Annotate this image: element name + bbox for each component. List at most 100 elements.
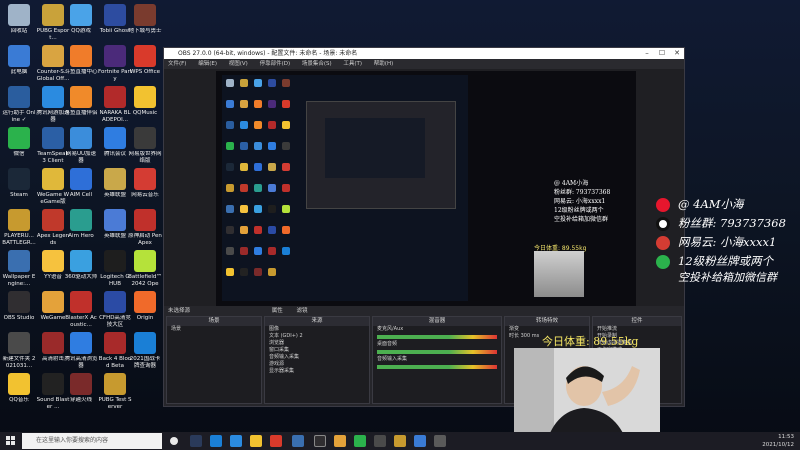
desktop-icon[interactable]: Logitech G HUB	[98, 250, 132, 287]
source-item[interactable]: 窗口采集	[265, 347, 369, 354]
close-icon[interactable]: ✕	[670, 48, 684, 59]
desktop-icon[interactable]: 新建文件夹 2021031...	[2, 332, 36, 369]
desktop-icon-label: 斗鱼直播中心	[64, 69, 98, 75]
desktop-icon[interactable]: 此电脑	[2, 45, 36, 82]
desktop-icon[interactable]: Back 4 Blood Beta	[98, 332, 132, 369]
desktop-icon[interactable]: Tobii Ghost	[98, 4, 132, 41]
desktop-icon-label: 回收站	[10, 28, 28, 34]
desktop-icon[interactable]: 网易版世界网络版	[128, 127, 162, 164]
nested-app-icon	[282, 142, 290, 150]
source-item[interactable]: 游戏源	[265, 361, 369, 368]
tencent-taskbar-icon[interactable]	[230, 435, 242, 447]
steam-taskbar-icon[interactable]	[190, 435, 202, 447]
desktop-icon[interactable]: 英雄联盟	[98, 209, 132, 246]
source-item[interactable]: 浏览器	[265, 340, 369, 347]
desktop-icon[interactable]: PLAYERU... BATTLEGR...	[2, 209, 36, 246]
app-taskbar-icon[interactable]	[374, 435, 386, 447]
app-taskbar-icon[interactable]	[270, 435, 282, 447]
desktop-icon-label: QQ音乐	[9, 397, 29, 403]
transition-select[interactable]: 渐变	[505, 326, 589, 333]
menu-help[interactable]: 帮助(H)	[374, 61, 393, 67]
menu-edit[interactable]: 编辑(E)	[198, 61, 217, 67]
properties-button[interactable]: 属性	[272, 308, 283, 314]
menu-view[interactable]: 视图(V)	[229, 61, 248, 67]
overlay-brand: @ 4AM小海	[656, 195, 796, 214]
app-taskbar-icon[interactable]	[434, 435, 446, 447]
minimize-icon[interactable]: –	[640, 48, 654, 59]
wechat-taskbar-icon[interactable]	[354, 435, 366, 447]
obs-titlebar[interactable]: OBS 27.0.0 (64-bit, windows) - 配置文件: 未命名…	[164, 48, 684, 59]
desktop-icon[interactable]: 网易云音乐	[128, 168, 162, 205]
wegame-taskbar-icon[interactable]	[334, 435, 346, 447]
system-clock[interactable]: 11:53 2021/10/12	[762, 433, 794, 449]
desktop-icon[interactable]: 运行助手 Online ✓	[2, 86, 36, 123]
desktop-icon[interactable]: 地下城与勇士	[128, 4, 162, 41]
menu-file[interactable]: 文件(F)	[168, 61, 186, 67]
desktop-icon[interactable]: 2021国战卡牌查询器	[128, 332, 162, 369]
preview-webcam	[534, 251, 584, 297]
desktop-icon[interactable]: NARAKA BLADEPOI...	[98, 86, 132, 123]
desktop-icon[interactable]: QQ音乐	[2, 373, 36, 410]
desktop-icon[interactable]: Fortnite Party	[98, 45, 132, 82]
app-taskbar-icon[interactable]	[414, 435, 426, 447]
source-item[interactable]: 文本 (GDI+) 2	[265, 333, 369, 340]
menu-docks[interactable]: 停靠部件(D)	[260, 61, 291, 67]
mixer-channel-label: 桌面音频	[377, 341, 398, 347]
nested-app-icon	[268, 268, 276, 276]
desktop-icon[interactable]: 英雄联盟	[98, 168, 132, 205]
desktop-app-icon	[134, 86, 156, 108]
obs-taskbar-icon[interactable]	[314, 435, 326, 447]
desktop-icon[interactable]: QQ游戏	[64, 4, 98, 41]
source-item[interactable]: 图像	[265, 326, 369, 333]
controls-title: 控件	[593, 317, 681, 326]
menu-tools[interactable]: 工具(T)	[343, 61, 362, 67]
desktop-icon[interactable]: Battlefield™ 2042 Open...	[128, 250, 162, 287]
desktop-icon[interactable]: Steam	[2, 168, 36, 205]
desktop-icon[interactable]: 穿越火线	[64, 373, 98, 410]
desktop-icon[interactable]: Wallpaper Engine:...	[2, 250, 36, 287]
desktop-icon[interactable]: 原神启动 Pen Apex	[128, 209, 162, 246]
desktop-icon-label: BlasterX Acoustic...	[65, 315, 97, 328]
nested-app-icon	[240, 121, 248, 129]
desktop-icon[interactable]: Aim Hero	[64, 209, 98, 246]
menu-scene-collection[interactable]: 场景集合(S)	[302, 61, 332, 67]
explorer-taskbar-icon[interactable]	[250, 435, 262, 447]
desktop-icon[interactable]: 腾讯高清浏览器	[64, 332, 98, 369]
desktop-icon[interactable]: BlasterX Acoustic...	[64, 291, 98, 328]
taskbar-search-input[interactable]: 在这里输入你要搜索的内容	[22, 433, 162, 449]
desktop-icon[interactable]: WPS Office	[128, 45, 162, 82]
edge-taskbar-icon[interactable]	[210, 435, 222, 447]
app-taskbar-icon[interactable]	[292, 435, 304, 447]
weibo-icon	[656, 198, 670, 212]
maximize-icon[interactable]: ☐	[655, 48, 669, 59]
desktop-icon[interactable]: 网易UU加速器	[64, 127, 98, 164]
desktop-icon[interactable]: 回收站	[2, 4, 36, 41]
desktop-icon[interactable]: 斗鱼直播中心	[64, 45, 98, 82]
desktop-app-icon	[8, 250, 30, 272]
desktop-icon[interactable]: PUBG Test Server	[98, 373, 132, 410]
obs-preview[interactable]: @ 4AM小海 粉丝群: 793737368 网易云: 小海xxxx1 12级粉…	[216, 71, 636, 307]
filters-button[interactable]: 滤镜	[297, 308, 308, 314]
desktop-app-icon	[42, 127, 64, 149]
desktop-icon[interactable]: OBS Studio	[2, 291, 36, 328]
desktop-icon[interactable]: 微信	[2, 127, 36, 164]
desktop-icon[interactable]: Origin	[128, 291, 162, 328]
pubg-taskbar-icon[interactable]	[394, 435, 406, 447]
source-item[interactable]: 显示器采集	[265, 368, 369, 375]
nested-app-icon	[254, 79, 262, 87]
desktop-icon[interactable]: QQMusic	[128, 86, 162, 123]
desktop-icon[interactable]: 腾讯会议	[98, 127, 132, 164]
desktop-icon-label: 腾讯会议	[103, 151, 126, 157]
start-streaming-button[interactable]: 开始推流	[593, 326, 681, 333]
source-item[interactable]: 音频输入采集	[265, 354, 369, 361]
desktop-icon[interactable]: CFHD高清竞技大区	[98, 291, 132, 328]
desktop-icon[interactable]: 360驱动大师	[64, 250, 98, 287]
desktop-app-icon	[70, 127, 92, 149]
desktop-app-icon	[8, 332, 30, 354]
nested-app-icon	[240, 247, 248, 255]
desktop-icon[interactable]: AIM Cell	[64, 168, 98, 205]
windows-start-icon[interactable]	[6, 436, 16, 446]
desktop-icon[interactable]: 斗鱼直播伴侣	[64, 86, 98, 123]
task-view-icon[interactable]	[170, 437, 178, 445]
scene-item[interactable]: 场景	[167, 326, 261, 333]
